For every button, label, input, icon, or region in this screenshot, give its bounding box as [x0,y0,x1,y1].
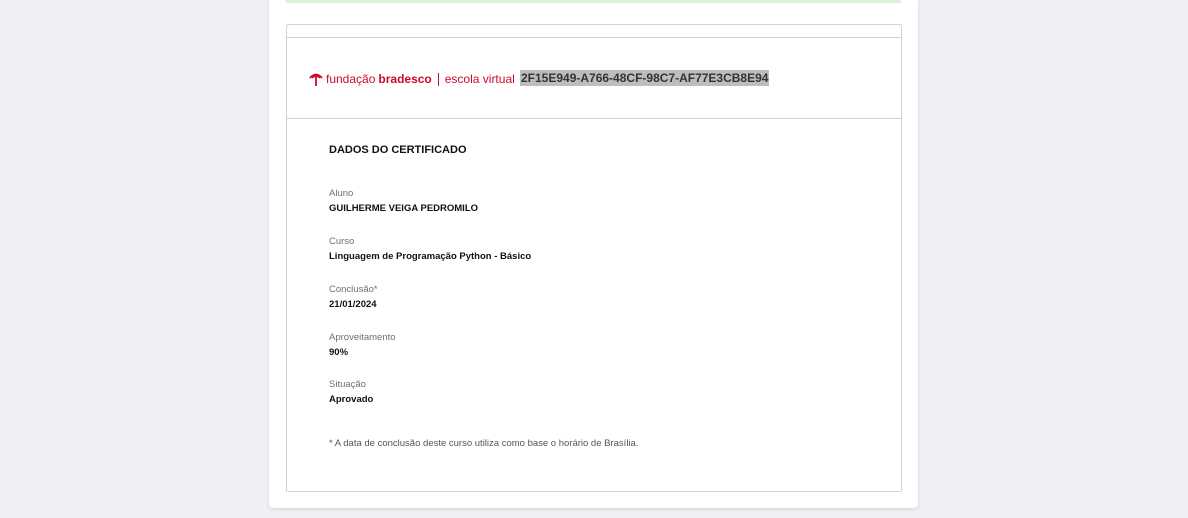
page-card: fundação bradesco escola virtual 2F15E94… [269,0,918,508]
field-conclusao: Conclusão* 21/01/2024 [329,284,378,311]
success-banner-strip [286,0,901,3]
logo-fundacao-text: fundação [326,72,376,86]
field-label: Conclusão* [329,284,378,295]
field-value: GUILHERME VEIGA PEDROMILO [329,203,479,214]
field-label: Curso [329,236,355,247]
logo-escola-virtual-text: escola virtual [444,72,515,86]
logo-bradesco-text: bradesco [378,72,432,86]
certificate-topbar [287,25,901,38]
field-label: Aproveitamento [329,332,396,343]
footnote: * A data de conclusão deste curso utiliz… [329,438,639,449]
field-aproveitamento: Aproveitamento 90% [329,332,396,359]
section-title: DADOS DO CERTIFICADO [329,144,467,156]
field-value: 90% [329,347,349,358]
field-label: Situação [329,379,366,390]
certificate-header: fundação bradesco escola virtual 2F15E94… [287,38,901,119]
field-curso: Curso Linguagem de Programação Python - … [329,236,531,263]
field-situacao: Situação Aprovado [329,379,373,406]
certificate-details: DADOS DO CERTIFICADO Aluno GUILHERME VEI… [329,143,869,449]
bradesco-tree-icon [309,73,323,86]
certificate-code[interactable]: 2F15E949-A766-48CF-98C7-AF77E3CB8E94 [520,70,770,86]
field-value: Linguagem de Programação Python - Básico [329,251,532,262]
field-value: Aprovado [329,394,374,405]
field-value: 21/01/2024 [329,299,377,310]
field-aluno: Aluno GUILHERME VEIGA PEDROMILO [329,188,478,215]
logo-separator [437,72,439,86]
fundacao-bradesco-logo: fundação bradesco escola virtual [308,69,515,89]
field-label: Aluno [329,188,354,199]
